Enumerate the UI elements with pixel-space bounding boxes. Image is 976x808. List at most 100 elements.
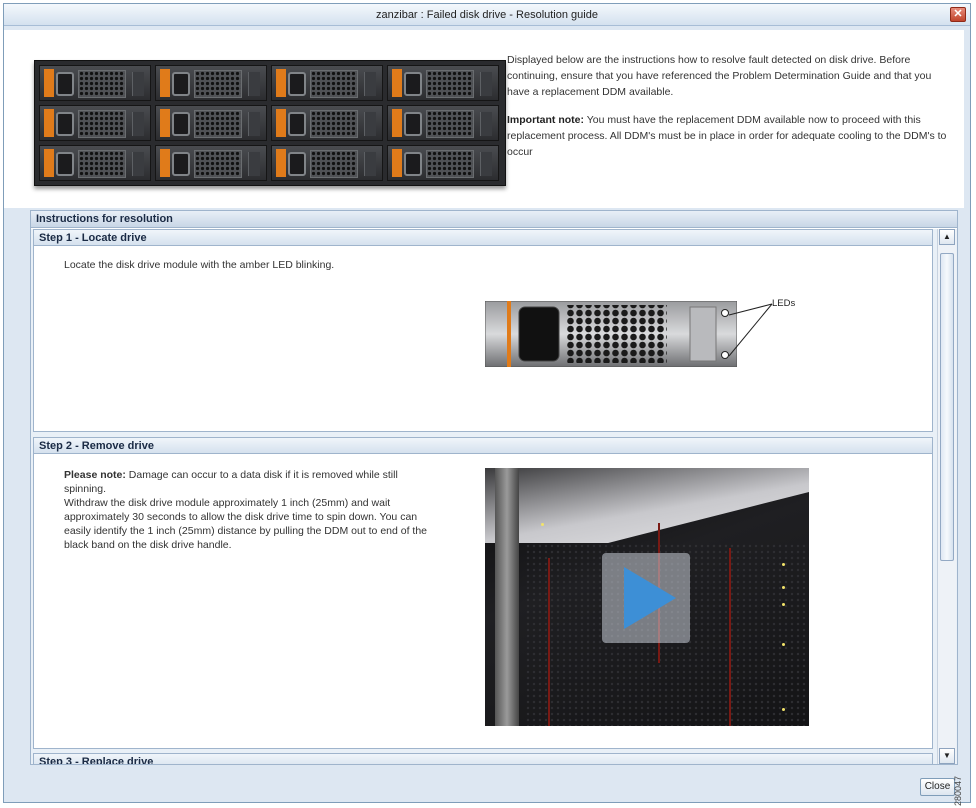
window-titlebar: zanzibar : Failed disk drive - Resolutio… bbox=[4, 4, 970, 26]
disk-drive-module-image bbox=[485, 301, 737, 367]
drive-bay-slot bbox=[132, 112, 144, 136]
remove-drive-video[interactable] bbox=[485, 468, 809, 726]
drive-bay-latch bbox=[172, 112, 190, 136]
step-1-title[interactable]: Step 1 - Locate drive bbox=[34, 230, 932, 246]
drive-bay-grille bbox=[310, 150, 358, 178]
video-led bbox=[782, 563, 785, 566]
drive-bay bbox=[155, 145, 267, 181]
drive-bay-slot bbox=[248, 112, 260, 136]
video-red-line bbox=[729, 548, 731, 726]
drive-bay-grille bbox=[194, 110, 242, 138]
drive-bay bbox=[271, 65, 383, 101]
storage-enclosure-image bbox=[34, 60, 506, 186]
step-1-section: Step 1 - Locate drive Locate the disk dr… bbox=[33, 229, 933, 432]
drive-bay-grille bbox=[194, 70, 242, 98]
drive-bay-handle bbox=[44, 149, 54, 177]
drive-bay-handle bbox=[276, 69, 286, 97]
drive-bay-column bbox=[39, 65, 151, 183]
drive-bay-handle bbox=[392, 109, 402, 137]
drive-bay-grille bbox=[310, 110, 358, 138]
drive-bay-slot bbox=[132, 152, 144, 176]
header-panel: Displayed below are the instructions how… bbox=[4, 30, 964, 208]
drive-bay bbox=[39, 65, 151, 101]
video-shelf bbox=[485, 468, 809, 543]
drive-bay-grille bbox=[78, 110, 126, 138]
figure-id: 280047 bbox=[953, 775, 963, 806]
step-2-title[interactable]: Step 2 - Remove drive bbox=[34, 438, 932, 454]
important-note-label: Important note: bbox=[507, 114, 584, 126]
play-icon bbox=[624, 567, 676, 629]
intro-paragraph: Displayed below are the instructions how… bbox=[507, 54, 932, 98]
drive-bay-handle bbox=[392, 149, 402, 177]
drive-bay-latch bbox=[404, 72, 422, 96]
step-2-text: Withdraw the disk drive module approxima… bbox=[64, 497, 428, 551]
drive-bay-handle bbox=[160, 69, 170, 97]
drive-bay-slot bbox=[480, 152, 492, 176]
drive-bay-grille bbox=[310, 70, 358, 98]
step-2-note-label: Please note: bbox=[64, 469, 126, 481]
drive-bay-slot bbox=[248, 152, 260, 176]
video-led bbox=[782, 603, 785, 606]
leds-pointer-lines bbox=[728, 303, 773, 357]
video-led bbox=[782, 708, 785, 711]
window-title: zanzibar : Failed disk drive - Resolutio… bbox=[376, 9, 598, 21]
drive-bay-handle bbox=[160, 149, 170, 177]
drive-bay bbox=[271, 145, 383, 181]
drive-bay bbox=[155, 105, 267, 141]
drive-bay bbox=[387, 145, 499, 181]
drive-bay-handle bbox=[44, 109, 54, 137]
drive-bay-latch bbox=[404, 112, 422, 136]
step-2-text-block: Please note: Damage can occur to a data … bbox=[64, 468, 439, 552]
scrollbar-thumb[interactable] bbox=[940, 253, 954, 561]
video-led bbox=[782, 586, 785, 589]
drive-bay bbox=[155, 65, 267, 101]
drive-bay-latch bbox=[288, 112, 306, 136]
drive-bay-slot bbox=[364, 72, 376, 96]
video-led bbox=[541, 523, 544, 526]
play-button[interactable] bbox=[602, 553, 690, 643]
important-note: Important note: You must have the replac… bbox=[507, 112, 957, 160]
drive-bay-handle bbox=[44, 69, 54, 97]
drive-bay-latch bbox=[404, 152, 422, 176]
step-2-note: Please note: Damage can occur to a data … bbox=[64, 468, 439, 496]
instructions-header: Instructions for resolution bbox=[31, 211, 957, 228]
drive-bay-slot bbox=[132, 72, 144, 96]
drive-bay bbox=[39, 105, 151, 141]
drive-bay-handle bbox=[392, 69, 402, 97]
drive-bay-slot bbox=[248, 72, 260, 96]
arrow-up-icon[interactable]: ▲ bbox=[939, 229, 955, 245]
step-3-title[interactable]: Step 3 - Replace drive bbox=[34, 754, 932, 764]
drive-bay-slot bbox=[480, 112, 492, 136]
drive-bay bbox=[387, 105, 499, 141]
leds-label: LEDs bbox=[772, 298, 796, 309]
intro-text: Displayed below are the instructions how… bbox=[507, 52, 957, 172]
step-2-section: Step 2 - Remove drive Please note: Damag… bbox=[33, 437, 933, 749]
drive-bay-grille bbox=[194, 150, 242, 178]
drive-bay-grille bbox=[426, 150, 474, 178]
instructions-scroll-area[interactable]: Step 1 - Locate drive Locate the disk dr… bbox=[31, 229, 957, 764]
instructions-panel: Instructions for resolution Step 1 - Loc… bbox=[30, 210, 958, 765]
drive-bay-latch bbox=[56, 112, 74, 136]
drive-bay-handle bbox=[276, 149, 286, 177]
drive-bay-latch bbox=[288, 72, 306, 96]
arrow-down-icon[interactable]: ▼ bbox=[939, 748, 955, 764]
drive-bay-latch bbox=[172, 72, 190, 96]
drive-bay-handle bbox=[276, 109, 286, 137]
vertical-scrollbar[interactable]: ▲ ▼ bbox=[937, 229, 956, 764]
video-red-line bbox=[548, 558, 550, 726]
drive-bay bbox=[39, 145, 151, 181]
drive-bay bbox=[387, 65, 499, 101]
drive-bay-column bbox=[271, 65, 383, 183]
close-button[interactable]: Close bbox=[920, 778, 955, 796]
step-3-section: Step 3 - Replace drive bbox=[33, 753, 933, 764]
video-led bbox=[782, 643, 785, 646]
window-close-icon[interactable]: ✕ bbox=[950, 7, 966, 22]
drive-bay-slot bbox=[480, 72, 492, 96]
drive-bay-slot bbox=[364, 152, 376, 176]
drive-bay-slot bbox=[364, 112, 376, 136]
drive-bay-latch bbox=[56, 152, 74, 176]
drive-bay-grille bbox=[78, 70, 126, 98]
drive-bay-latch bbox=[56, 72, 74, 96]
step-1-text: Locate the disk drive module with the am… bbox=[64, 259, 335, 271]
video-rack-post bbox=[495, 468, 519, 726]
